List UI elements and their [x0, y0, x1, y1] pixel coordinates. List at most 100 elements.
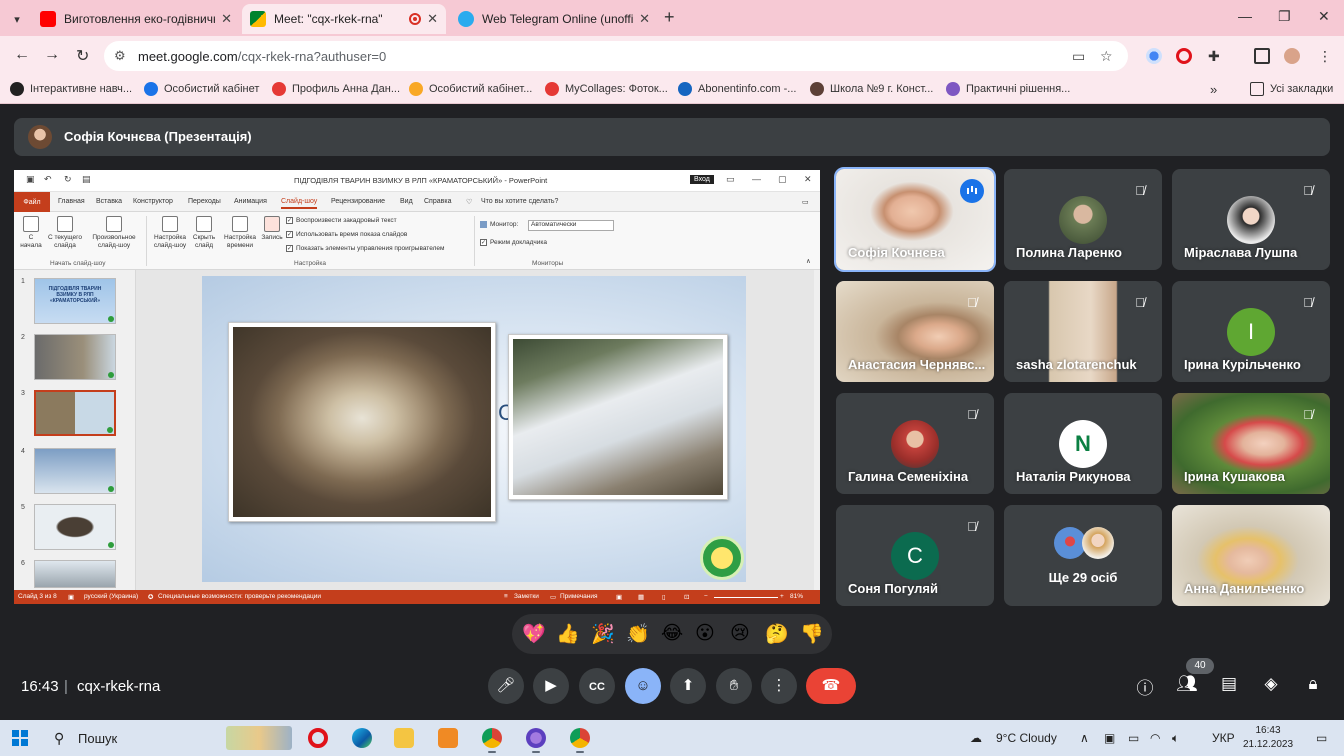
reactions-button[interactable]: ☺	[625, 668, 661, 704]
microphone-button[interactable]: 🎤︎	[488, 668, 524, 704]
more-options-button[interactable]: ⋮	[761, 668, 797, 704]
ppt-title-bar: ▣ ↶ ↻ ▤ ПІДГОДІВЛЯ ТВАРИН ВЗИМКУ В РЛП «…	[14, 170, 820, 192]
reaction-surprised-icon[interactable]: 😮	[695, 622, 715, 645]
ppt-tab: Переходы	[188, 198, 221, 205]
opera-extension-icon[interactable]	[1176, 48, 1192, 64]
viber-app-icon[interactable]	[526, 728, 546, 753]
participant-tile[interactable]: 🎙̸ Полина Ларенко	[1004, 169, 1162, 270]
windows-start-icon[interactable]	[12, 730, 28, 746]
thumb-number: 1	[21, 278, 25, 285]
maximize-icon[interactable]: ❐	[1278, 8, 1291, 25]
leave-call-button[interactable]: ☎	[806, 668, 856, 704]
close-icon[interactable]: ✕	[427, 11, 438, 27]
window-close-icon[interactable]: ✕	[1318, 8, 1330, 25]
captions-icon: CC	[589, 681, 605, 693]
participant-tile[interactable]: 🎙̸ Ірина Кушакова	[1172, 393, 1330, 494]
people-icon[interactable]: 👥︎	[1174, 674, 1200, 694]
meet-tray-icon[interactable]: ▣	[1104, 731, 1115, 745]
participant-tile[interactable]: Анна Данильченко	[1172, 505, 1330, 606]
raise-hand-button[interactable]: ✋︎	[716, 668, 752, 704]
chrome-app-icon[interactable]	[482, 728, 502, 753]
reaction-heart-icon[interactable]: 💖	[522, 622, 546, 646]
vlc-app-icon[interactable]	[438, 728, 458, 748]
bookmark-item[interactable]: Школа №9 г. Конст...	[810, 82, 933, 96]
minimize-icon[interactable]: —	[1238, 8, 1252, 24]
camera-icon[interactable]: ▭	[1072, 48, 1085, 65]
sidepanel-icon[interactable]	[1254, 48, 1270, 64]
close-icon[interactable]: ✕	[221, 11, 232, 27]
more-participants-tile[interactable]: Ще 29 осіб	[1004, 505, 1162, 606]
all-bookmarks[interactable]: Усі закладки	[1250, 82, 1333, 96]
reaction-party-icon[interactable]: 🎉	[591, 622, 615, 646]
weather-text[interactable]: 9°C Cloudy	[996, 731, 1057, 745]
reaction-thumbs-up-icon[interactable]: 👍	[556, 622, 580, 646]
bookmark-item[interactable]: Інтерактивне навч...	[10, 82, 132, 96]
network-tray-icon[interactable]: ▭	[1128, 731, 1139, 745]
bookmark-item[interactable]: Abonentinfo.com -...	[678, 82, 796, 96]
profile-avatar[interactable]	[1284, 48, 1300, 64]
forward-icon[interactable]: →	[44, 46, 60, 64]
puzzle-icon[interactable]: ✚	[1208, 48, 1224, 64]
volume-icon[interactable]: 🔈︎	[1172, 731, 1179, 746]
weather-icon[interactable]: ☁	[970, 731, 982, 745]
tray-overflow-icon[interactable]: ∧	[1080, 731, 1089, 745]
star-icon[interactable]: ☆	[1100, 48, 1113, 65]
reaction-laugh-icon[interactable]: 😂	[661, 622, 683, 645]
ppt-tab: Рецензирование	[331, 198, 386, 205]
site-info-icon[interactable]: ⚙	[114, 48, 126, 64]
chat-icon[interactable]: ▤	[1216, 674, 1242, 694]
activities-icon[interactable]: ◈	[1258, 674, 1284, 694]
present-button[interactable]: ⬆	[670, 668, 706, 704]
ribbon-timing: Настройка времени	[220, 216, 260, 250]
participant-tile[interactable]: 🎙̸ sasha zlotarenchuk	[1004, 281, 1162, 382]
participant-tile[interactable]: C 🎙̸ Соня Погуляй	[836, 505, 994, 606]
ribbon-label: Скрыть слайд	[192, 234, 216, 249]
tab-youtube[interactable]: Виготовлення еко-годівничк ✕	[32, 4, 240, 34]
tab-search-chevron-icon[interactable]: ▾	[6, 8, 28, 30]
close-icon[interactable]: ✕	[639, 11, 650, 27]
taskbar-clock[interactable]: 16:43 21.12.2023	[1240, 724, 1296, 752]
participant-tile[interactable]: I 🎙̸ Ірина Курільченко	[1172, 281, 1330, 382]
bookmark-item[interactable]: Практичні рішення...	[946, 82, 1070, 96]
search-icon: ⚲	[54, 730, 65, 746]
tab-meet[interactable]: Meet: "cqx-rkek-rna" ✕	[242, 4, 446, 34]
reaction-clap-icon[interactable]: 👏	[626, 622, 650, 646]
bookmark-item[interactable]: MyCollages: Фоток...	[545, 82, 668, 96]
clock-time: 16:43	[1255, 725, 1281, 736]
bookmarks-bar: Інтерактивне навч... Особистий кабінет П…	[0, 76, 1344, 104]
meeting-info-icon[interactable]: ⓘ	[1132, 674, 1158, 699]
back-icon[interactable]: ←	[14, 46, 30, 64]
taskbar-search[interactable]: ⚲ Пошук	[44, 724, 294, 752]
participant-tile[interactable]: 🎙̸ Анастасия Чернявс...	[836, 281, 994, 382]
participant-tile[interactable]: Софія Кочнєва	[834, 167, 996, 272]
more-bookmarks-icon[interactable]: »	[1210, 82, 1217, 97]
address-bar[interactable]: ⚙ meet.google.com/cqx-rkek-rna?authuser=…	[104, 41, 1128, 71]
camera-button[interactable]: ▶	[533, 668, 569, 704]
new-tab-icon[interactable]: +	[664, 7, 675, 28]
participant-tile[interactable]: 🎙̸ Міраслава Лушпа	[1172, 169, 1330, 270]
reaction-sad-icon[interactable]: 😢	[730, 622, 750, 645]
bookmark-item[interactable]: Особистий кабінет...	[409, 82, 532, 96]
slide-thumbnail: ПІДГОДІВЛЯ ТВАРИН ВЗИМКУ В РЛП «КРАМАТОР…	[34, 278, 116, 324]
opera-app-icon[interactable]	[308, 728, 328, 748]
edge-app-icon[interactable]	[352, 728, 372, 748]
captions-button[interactable]: CC	[579, 668, 615, 704]
bookmark-item[interactable]: Особистий кабінет	[144, 82, 259, 96]
file-explorer-icon[interactable]	[394, 728, 414, 748]
participant-tile[interactable]: 🎙̸ Галина Семеніхіна	[836, 393, 994, 494]
reaction-thinking-icon[interactable]: 🤔	[765, 622, 789, 646]
kebab-menu-icon[interactable]: ⋮	[1318, 48, 1334, 64]
wifi-icon[interactable]: ◠	[1150, 731, 1160, 745]
reload-icon[interactable]: ↻	[76, 46, 89, 66]
tab-telegram[interactable]: Web Telegram Online (unoffici ✕	[450, 4, 658, 34]
presenter-avatar	[28, 125, 52, 149]
bookmark-item[interactable]: Профиль Анна Дан...	[272, 82, 400, 96]
reaction-thumbs-down-icon[interactable]: 👎	[800, 622, 824, 646]
checkbox-checked-icon: ✓	[480, 239, 487, 246]
keyboard-language[interactable]: УКР	[1212, 731, 1235, 745]
extension-dot-icon[interactable]	[1146, 48, 1162, 64]
notifications-icon[interactable]: ▭	[1316, 731, 1327, 745]
host-controls-icon[interactable]: 🔒︎	[1300, 674, 1326, 694]
participant-tile[interactable]: N Наталія Рикунова	[1004, 393, 1162, 494]
chrome-profile-app-icon[interactable]	[570, 728, 590, 753]
